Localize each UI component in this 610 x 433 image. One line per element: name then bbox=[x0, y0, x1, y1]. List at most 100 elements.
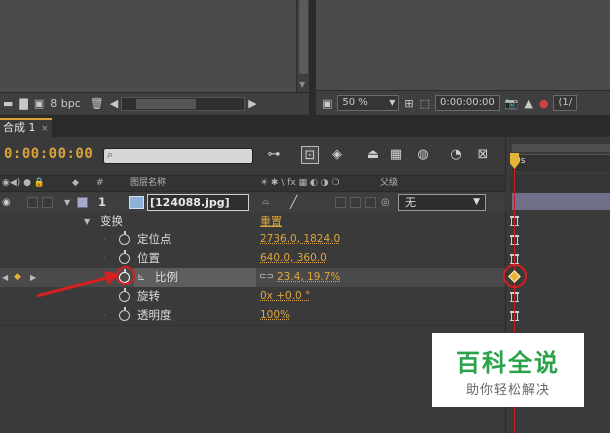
property-value[interactable]: 23.4, 19.7% bbox=[277, 268, 340, 287]
watermark-logo: 百科全说 助你轻松解决 bbox=[432, 333, 584, 407]
audio-switch[interactable] bbox=[27, 197, 38, 208]
label-tag-icon[interactable]: ◆ bbox=[72, 176, 79, 191]
scroll-down-icon[interactable]: ▼ bbox=[299, 80, 305, 89]
shy-switch-icon[interactable]: ⌓ bbox=[262, 193, 269, 212]
column-index[interactable]: # bbox=[96, 176, 104, 191]
motion-blur-switch[interactable] bbox=[365, 197, 376, 208]
expand-chevron-icon[interactable]: ▼ bbox=[84, 212, 90, 231]
watermark-subtitle: 助你轻松解决 bbox=[465, 383, 550, 398]
image-file-icon bbox=[129, 196, 144, 209]
timeline-tab-bar bbox=[0, 115, 610, 137]
add-keyframe-icon[interactable]: ◆ bbox=[14, 268, 21, 287]
new-folder-icon[interactable]: ▇ bbox=[19, 97, 27, 110]
horizontal-scrollbar-thumb[interactable] bbox=[136, 98, 197, 109]
layer-index: 1 bbox=[98, 195, 107, 209]
stopwatch-icon[interactable] bbox=[119, 250, 130, 264]
new-composition-icon[interactable]: ▣ bbox=[34, 97, 44, 110]
zoom-select[interactable]: 50 % ▼ bbox=[337, 95, 400, 111]
graph-editor-icon[interactable]: ◔ bbox=[447, 146, 465, 164]
parent-select[interactable]: 无 ▼ bbox=[398, 194, 486, 211]
layer-name[interactable]: [124088.jpg] bbox=[147, 194, 249, 211]
property-name: 旋转 bbox=[137, 289, 160, 303]
transform-reset-link[interactable]: 重置 bbox=[260, 212, 282, 231]
composition-viewer[interactable] bbox=[316, 0, 610, 90]
scrollbar-thumb[interactable] bbox=[299, 0, 308, 74]
quality-switch-icon[interactable]: ╱ bbox=[290, 193, 297, 212]
property-name: 位置 bbox=[137, 251, 160, 265]
show-snapshot-icon[interactable]: ▲ bbox=[524, 97, 532, 110]
tab-composition-1[interactable]: 合成 1 × bbox=[0, 118, 52, 137]
horizontal-scrollbar[interactable] bbox=[121, 96, 246, 111]
composition-mini-flowchart-icon[interactable]: ⊶ bbox=[265, 146, 283, 164]
time-ruler[interactable] bbox=[512, 154, 610, 171]
watermark-title: 百科全说 bbox=[456, 349, 560, 377]
chevron-down-icon: ▼ bbox=[473, 197, 480, 207]
column-parent[interactable]: 父级 bbox=[380, 176, 398, 191]
interpret-footage-icon[interactable]: ▬ bbox=[3, 97, 13, 110]
previous-keyframe-icon[interactable]: ◀ bbox=[2, 268, 8, 287]
property-value[interactable]: 2736.0, 1824.0 bbox=[260, 230, 340, 249]
project-panel bbox=[0, 0, 296, 92]
column-switches[interactable]: ☀ ✱ \ fx ▦ ◐ ◑ ❍ bbox=[260, 176, 339, 191]
property-value[interactable]: 0x +0.0 ° bbox=[260, 287, 310, 306]
layer-row[interactable]: ◉ ▼ 1 [124088.jpg] ⌓ ╱ ◎ 无 ▼ bbox=[0, 193, 505, 212]
parent-select-value: 无 bbox=[405, 196, 416, 209]
layer-duration-bar[interactable] bbox=[512, 193, 610, 210]
transform-label: 变换 bbox=[100, 214, 123, 228]
effect-switch[interactable] bbox=[335, 197, 346, 208]
lock-switch[interactable] bbox=[42, 197, 53, 208]
viewer-toolbar: ▣ 50 % ▼ ⊞ ⬚ 0:00:00:00 📷 ▲ ● (1/ bbox=[316, 90, 610, 115]
grid-guides-icon[interactable]: ⊞ bbox=[404, 97, 413, 110]
work-area-bar[interactable] bbox=[512, 144, 610, 152]
av-features-icons[interactable]: ◉◀) ● 🔒 bbox=[2, 176, 45, 191]
hide-shy-layers-icon[interactable]: ⏏ bbox=[364, 146, 382, 164]
annotation-arrow-icon bbox=[36, 271, 120, 298]
color-channels-icon[interactable]: ● bbox=[539, 97, 549, 110]
stopwatch-icon[interactable] bbox=[119, 307, 130, 321]
mask-visibility-icon[interactable]: ⬚ bbox=[420, 97, 430, 110]
property-row-position[interactable]: · 位置 640.0, 360.0 bbox=[0, 249, 505, 268]
property-value[interactable]: 640.0, 360.0 bbox=[260, 249, 327, 268]
brainstorm-icon[interactable]: ⊠ bbox=[474, 146, 492, 164]
panel-divider[interactable] bbox=[309, 0, 316, 115]
expand-chevron-icon[interactable]: ▼ bbox=[64, 193, 70, 212]
transform-group-row[interactable]: ▼ 变换 重置 bbox=[0, 212, 505, 231]
tree-dot: · bbox=[103, 311, 106, 320]
graph-icon[interactable]: ⊾ bbox=[137, 268, 145, 287]
layer-search-input[interactable]: ⌕ bbox=[103, 148, 253, 164]
tree-dot: · bbox=[103, 235, 106, 244]
layer-label-color[interactable] bbox=[77, 197, 88, 208]
stopwatch-icon[interactable] bbox=[119, 231, 130, 245]
bit-depth-button[interactable]: 8 bpc bbox=[50, 97, 81, 110]
trash-icon[interactable]: 🗑 bbox=[90, 97, 104, 110]
project-scrollbar[interactable]: ▼ bbox=[296, 0, 309, 92]
resolution-select[interactable]: (1/ bbox=[553, 95, 578, 111]
tree-dot: · bbox=[103, 254, 106, 263]
row-divider bbox=[0, 325, 505, 326]
tab-label: 合成 1 bbox=[3, 121, 36, 134]
property-value[interactable]: 100% bbox=[260, 306, 290, 325]
chevron-down-icon: ▼ bbox=[389, 98, 396, 107]
current-time-display[interactable]: 0:00:00:00 bbox=[4, 146, 93, 162]
live-update-icon[interactable]: ⊡ bbox=[301, 146, 319, 164]
pick-whip-icon[interactable]: ◎ bbox=[381, 193, 390, 212]
search-icon: ⌕ bbox=[107, 148, 114, 161]
timeline-lane-header bbox=[510, 175, 610, 192]
layer-column-header: ◉◀) ● 🔒 ◆ # 图层名称 ☀ ✱ \ fx ▦ ◐ ◑ ❍ 父级 bbox=[0, 175, 505, 192]
scroll-right-icon[interactable]: ▶ bbox=[248, 97, 256, 110]
always-preview-icon[interactable]: ▣ bbox=[322, 97, 332, 110]
frame-blend-switch[interactable] bbox=[350, 197, 361, 208]
property-name: 透明度 bbox=[137, 308, 172, 322]
viewer-timecode[interactable]: 0:00:00:00 bbox=[435, 95, 500, 111]
column-layer-name[interactable]: 图层名称 bbox=[130, 176, 166, 191]
motion-blur-icon[interactable]: ◍ bbox=[414, 146, 432, 164]
close-icon[interactable]: × bbox=[41, 124, 49, 134]
visibility-eye-icon[interactable]: ◉ bbox=[2, 193, 11, 212]
scroll-left-icon[interactable]: ◀ bbox=[110, 97, 118, 110]
frame-blending-icon[interactable]: ▦ bbox=[387, 146, 405, 164]
constrain-proportions-icon[interactable]: ⊂⊃ bbox=[259, 268, 274, 287]
snapshot-camera-icon[interactable]: 📷 bbox=[505, 97, 519, 110]
property-row-anchor-point[interactable]: · 定位点 2736.0, 1824.0 bbox=[0, 230, 505, 249]
draft-3d-icon[interactable]: ◈ bbox=[328, 146, 346, 164]
property-row-opacity[interactable]: · 透明度 100% bbox=[0, 306, 505, 325]
